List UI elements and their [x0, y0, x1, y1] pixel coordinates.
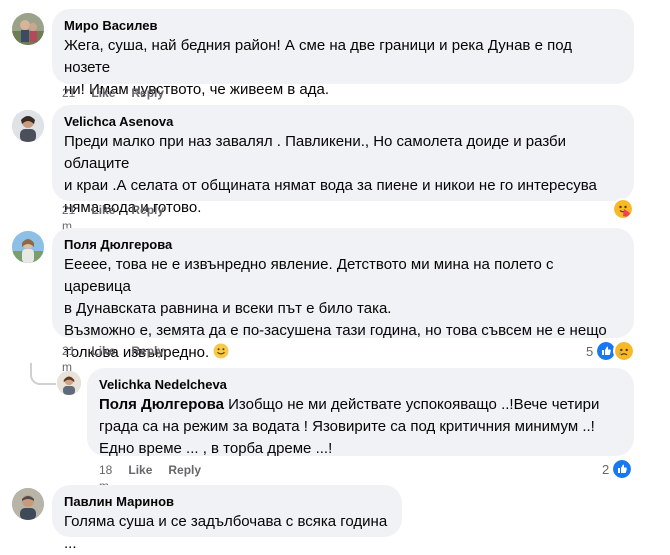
- comment-line: Преди малко при наз завалял . Павликени.…: [64, 133, 567, 172]
- thread-connector: [30, 363, 56, 385]
- comment-line: Ееееe, това не е извънредно явление. Дет…: [64, 256, 554, 295]
- comment-text: Голяма суша и се задълбочава с всяка год…: [64, 511, 390, 555]
- comment-bubble: Поля Дюлгерова Ееееe, това не е извънред…: [52, 228, 634, 361]
- reaction-count: 2: [602, 461, 610, 477]
- comment-line: града са на режим за водата ! Язовирите …: [99, 418, 595, 435]
- comment-line: Възможно е, земята да е по-засушена тази…: [64, 322, 607, 339]
- comment-bubble: Павлин Маринов Голяма суша и се задълбоч…: [52, 485, 402, 552]
- reactions-summary[interactable]: [612, 198, 634, 220]
- comment-line: Поля Дюлгерова Изобщо не ми действате ус…: [99, 394, 622, 416]
- like-reaction-icon: [611, 458, 634, 480]
- avatar[interactable]: [12, 110, 44, 142]
- avatar[interactable]: [12, 13, 44, 45]
- comment-author[interactable]: Velichca Asenova: [64, 113, 622, 130]
- comment-line-text: Изобщо не ми действате успокояващо ..!Ве…: [223, 396, 600, 413]
- reaction-count: 5: [586, 343, 594, 359]
- mentioned-user-link[interactable]: Поля Дюлгерова: [99, 396, 224, 413]
- comment-line: Едно време ... , в торба дреме ...!: [99, 440, 333, 457]
- comment-line: и краи .А селата от общината нямат вода …: [64, 177, 597, 194]
- comment-author[interactable]: Поля Дюлгерова: [64, 236, 622, 253]
- reactions-summary[interactable]: 2: [602, 458, 634, 480]
- avatar[interactable]: [57, 371, 81, 395]
- comment-line: Голяма суша и се задълбочава с всяка год…: [64, 513, 388, 552]
- hug-reaction-icon: [612, 198, 634, 220]
- comment-author[interactable]: Павлин Маринов: [64, 493, 390, 510]
- comment-bubble: Миро Василев Жега, суша, най бедния райо…: [52, 9, 634, 98]
- avatar[interactable]: [12, 488, 44, 520]
- sad-reaction-icon: [613, 340, 636, 362]
- reactions-summary[interactable]: 5: [586, 340, 636, 362]
- comment-text: Поля Дюлгерова Изобщо не ми действате ус…: [99, 394, 622, 460]
- comment-line: в Дунавската равнина и всеки път е било …: [64, 300, 392, 317]
- smile-emoji-icon: [213, 343, 229, 359]
- comment-author[interactable]: Velichka Nedelcheva: [99, 376, 622, 393]
- comment-bubble: Velichca Asenova Преди малко при наз зав…: [52, 105, 634, 216]
- comment-bubble: Velichka Nedelcheva Поля Дюлгерова Изобщ…: [87, 368, 634, 457]
- comment-author[interactable]: Миро Василев: [64, 17, 622, 34]
- avatar[interactable]: [12, 231, 44, 263]
- comment-line: Жега, суша, най бедния район! А сме на д…: [64, 37, 572, 76]
